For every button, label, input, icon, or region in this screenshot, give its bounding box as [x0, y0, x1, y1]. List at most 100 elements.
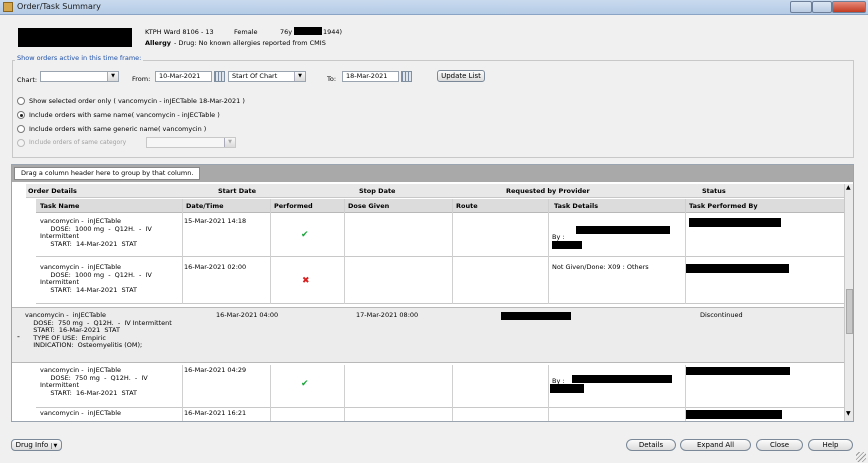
radio-selected-order-only[interactable] [17, 97, 25, 105]
column-separator [548, 365, 549, 421]
patient-age: 76y [280, 28, 293, 36]
drug-info-button[interactable]: Drug Info ▼ [11, 439, 62, 451]
patient-sex: Female [234, 28, 258, 36]
col-performed[interactable]: Performed [274, 199, 313, 213]
title-bar: Order/Task Summary [0, 0, 868, 15]
help-button[interactable]: Help [808, 439, 853, 451]
expand-all-button[interactable]: Expand All [680, 439, 751, 451]
option-suffix: ( vancomycin - inJECTable 18-Mar-2021 ) [113, 97, 245, 105]
category-dropdown: ▼ [146, 137, 236, 148]
scrollbar-thumb[interactable] [846, 289, 853, 334]
resize-grip[interactable] [856, 452, 866, 462]
window-title: Order/Task Summary [17, 2, 101, 11]
chevron-down-icon[interactable]: ▼ [107, 72, 118, 81]
col-requested-by[interactable]: Requested by Provider [506, 185, 590, 198]
option-selected-order-only[interactable]: Show selected order only ( vancomycin - … [29, 97, 245, 105]
from-calendar-icon[interactable] [214, 71, 225, 82]
task-name-line: START: 14-Mar-2021 STAT [40, 239, 137, 248]
col-start-date[interactable]: Start Date [218, 185, 256, 198]
check-icon: ✔ [301, 230, 309, 240]
col-dose-given[interactable]: Dose Given [348, 199, 389, 213]
task-datetime: 16-Mar-2021 04:29 [184, 366, 247, 374]
redaction [686, 264, 789, 273]
order-row[interactable]: - vancomycin - inJECTable DOSE: 750 mg -… [12, 307, 844, 363]
table-row[interactable]: vancomycin - inJECTable DOSE: 1000 mg - … [36, 262, 844, 304]
cross-icon: ✖ [302, 276, 310, 286]
from-date-input[interactable]: 10-Mar-2021 [155, 71, 212, 82]
col-task-details[interactable]: Task Details [554, 199, 598, 213]
order-grid: Drag a column header here to group by th… [11, 164, 854, 422]
chevron-down-icon: ▼ [224, 138, 235, 147]
redaction [686, 367, 790, 375]
option-label: Include orders with same generic name [29, 125, 158, 133]
column-separator [270, 365, 271, 421]
filter-section-title: Show orders active in this time frame: [15, 54, 144, 62]
close-window-button[interactable] [832, 1, 866, 13]
order-start-date: 16-Mar-2021 04:00 [216, 311, 279, 319]
col-stop-date[interactable]: Stop Date [359, 185, 395, 198]
to-date-input[interactable]: 18-Mar-2021 [342, 71, 399, 82]
column-separator [182, 365, 183, 421]
col-date-time[interactable]: Date/Time [186, 199, 224, 213]
table-row[interactable]: vancomycin - inJECTable 16-Mar-2021 16:2… [36, 408, 844, 421]
redaction [689, 218, 781, 227]
redaction [686, 410, 782, 419]
option-same-category: Include orders of same category [29, 139, 127, 146]
task-name: vancomycin - inJECTable DOSE: 1000 mg - … [40, 217, 152, 248]
scroll-down-icon[interactable]: ▼ [846, 410, 851, 418]
collapse-icon[interactable]: - [17, 333, 20, 341]
task-details: Not Given/Done: X09 : Others [552, 263, 649, 271]
task-datetime: 16-Mar-2021 16:21 [184, 409, 247, 417]
start-of-chart-value: Start Of Chart [232, 72, 278, 80]
radio-same-name[interactable] [17, 111, 25, 119]
allergy-text: - Drug: No known allergies reported from… [174, 39, 326, 47]
column-separator [270, 199, 271, 304]
table-row[interactable]: vancomycin - inJECTable DOSE: 1000 mg - … [36, 214, 844, 257]
to-calendar-icon[interactable] [401, 71, 412, 82]
group-by-hint: Drag a column header here to group by th… [14, 167, 201, 180]
column-separator [182, 199, 183, 304]
option-label: Include orders with same name [29, 111, 132, 119]
col-status[interactable]: Status [702, 185, 726, 198]
update-list-button[interactable]: Update List [437, 70, 485, 82]
dob-redaction [294, 27, 322, 35]
column-separator [548, 199, 549, 304]
col-task-performed-by[interactable]: Task Performed By [689, 199, 758, 213]
scroll-up-icon[interactable]: ▲ [846, 184, 851, 192]
details-button[interactable]: Details [626, 439, 676, 451]
patient-ward: KTPH Ward 8106 - 13 [145, 28, 214, 36]
order-details: vancomycin - inJECTable DOSE: 750 mg - Q… [25, 311, 172, 350]
task-name: vancomycin - inJECTable DOSE: 750 mg - Q… [40, 366, 148, 397]
option-suffix: ( vancomycin ) [157, 125, 207, 133]
column-separator [452, 365, 453, 421]
minimize-button[interactable] [790, 1, 812, 13]
option-same-generic[interactable]: Include orders with same generic name( v… [29, 125, 206, 133]
from-label: From: [132, 75, 151, 83]
chevron-down-icon[interactable]: ▼ [50, 443, 58, 449]
column-separator [685, 365, 686, 421]
column-separator [344, 199, 345, 304]
chevron-down-icon[interactable]: ▼ [294, 72, 305, 81]
start-of-chart-dropdown[interactable]: Start Of Chart ▼ [228, 71, 306, 82]
redaction [572, 375, 672, 383]
col-order-details[interactable]: Order Details [28, 185, 77, 198]
vertical-scrollbar[interactable]: ▲ ▼ [844, 184, 853, 421]
close-button[interactable]: Close [756, 439, 803, 451]
maximize-button[interactable] [812, 1, 832, 13]
redaction [501, 312, 571, 320]
option-label: Show selected order only [29, 97, 112, 105]
radio-same-generic[interactable] [17, 125, 25, 133]
chart-label: Chart: [17, 76, 38, 84]
chart-dropdown[interactable]: ▼ [40, 71, 119, 82]
order-detail-line: INDICATION: Osteomyelitis (OM); [25, 341, 143, 350]
check-icon: ✔ [301, 379, 309, 389]
col-route[interactable]: Route [456, 199, 478, 213]
column-separator [685, 199, 686, 304]
col-task-name[interactable]: Task Name [40, 199, 79, 213]
option-same-name[interactable]: Include orders with same name( vancomyci… [29, 111, 220, 119]
task-datetime: 16-Mar-2021 02:00 [184, 263, 247, 271]
task-datetime: 15-Mar-2021 14:18 [184, 217, 247, 225]
patient-dob: 1944) [323, 28, 343, 36]
redaction [550, 384, 584, 393]
table-row[interactable]: vancomycin - inJECTable DOSE: 750 mg - Q… [36, 365, 844, 408]
